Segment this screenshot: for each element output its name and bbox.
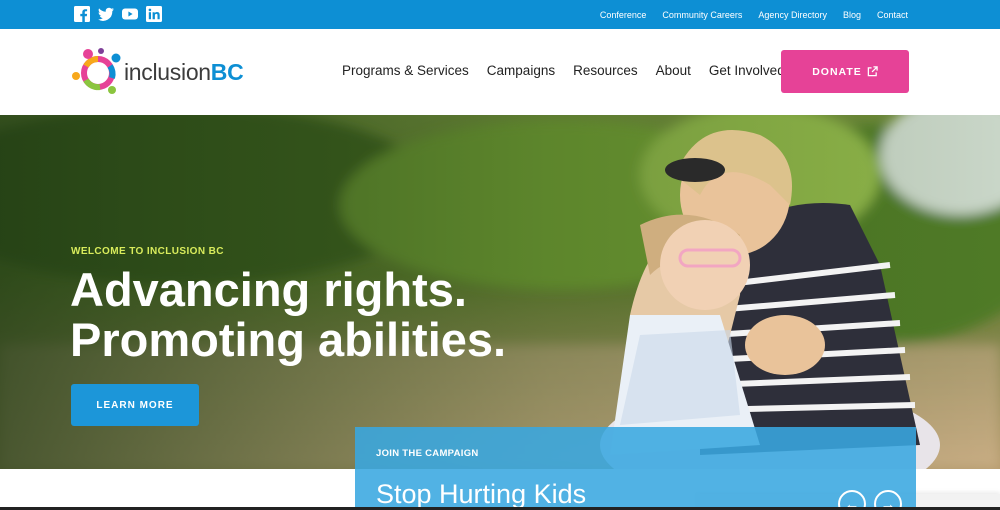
social-links bbox=[74, 6, 162, 22]
site-logo[interactable]: inclusionBC bbox=[70, 46, 244, 98]
campaign-kicker: JOIN THE CAMPAIGN bbox=[376, 448, 479, 459]
linkedin-icon[interactable] bbox=[146, 6, 162, 22]
twitter-icon[interactable] bbox=[98, 6, 114, 22]
nav-item-resources[interactable]: Resources bbox=[573, 63, 638, 78]
utility-link-contact[interactable]: Contact bbox=[877, 10, 908, 20]
utility-link-conference[interactable]: Conference bbox=[600, 10, 647, 20]
utility-link-agency-directory[interactable]: Agency Directory bbox=[758, 10, 827, 20]
hero-headline: Advancing rights. Promoting abilities. bbox=[70, 265, 506, 365]
logo-text: inclusionBC bbox=[124, 58, 244, 86]
learn-more-button[interactable]: LEARN MORE bbox=[71, 384, 199, 426]
logo-mark-icon bbox=[72, 48, 121, 94]
hero-headline-line1: Advancing rights. bbox=[70, 263, 467, 316]
hero-banner: WELCOME TO INCLUSION BC Advancing rights… bbox=[0, 115, 1000, 469]
nav-item-campaigns[interactable]: Campaigns bbox=[487, 63, 555, 78]
top-utility-bar: Conference Community Careers Agency Dire… bbox=[0, 0, 1000, 29]
logo-text-main: inclusion bbox=[124, 58, 211, 85]
main-nav: Programs & Services Campaigns Resources … bbox=[342, 63, 785, 78]
hero-kicker: WELCOME TO INCLUSION BC bbox=[71, 246, 224, 257]
utility-link-community-careers[interactable]: Community Careers bbox=[662, 10, 742, 20]
donate-label: DONATE bbox=[812, 65, 862, 78]
utility-nav: Conference Community Careers Agency Dire… bbox=[600, 0, 908, 29]
youtube-icon[interactable] bbox=[122, 6, 138, 22]
facebook-icon[interactable] bbox=[74, 6, 90, 22]
external-link-icon bbox=[867, 66, 878, 77]
learn-more-label: LEARN MORE bbox=[96, 399, 174, 411]
site-header: inclusionBC Programs & Services Campaign… bbox=[0, 29, 1000, 115]
logo-text-bc: BC bbox=[210, 58, 244, 85]
nav-item-about[interactable]: About bbox=[656, 63, 691, 78]
donate-button[interactable]: DONATE bbox=[781, 50, 909, 93]
hero-headline-line2: Promoting abilities. bbox=[70, 313, 507, 366]
utility-link-blog[interactable]: Blog bbox=[843, 10, 861, 20]
nav-item-get-involved[interactable]: Get Involved bbox=[709, 63, 785, 78]
campaign-card: JOIN THE CAMPAIGN Stop Hurting Kids ← → bbox=[355, 427, 916, 510]
nav-item-programs-services[interactable]: Programs & Services bbox=[342, 63, 469, 78]
campaign-title[interactable]: Stop Hurting Kids bbox=[376, 479, 586, 510]
